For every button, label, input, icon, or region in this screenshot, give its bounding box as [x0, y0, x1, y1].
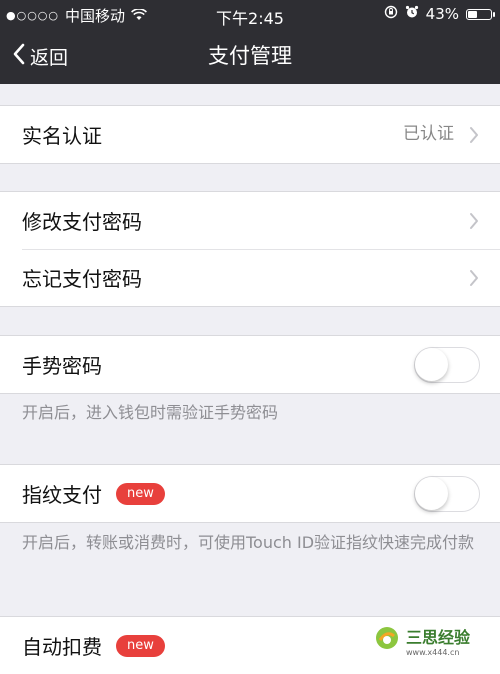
- page-title: 支付管理: [208, 44, 292, 68]
- real-name-row[interactable]: 实名认证 已认证: [0, 106, 500, 163]
- auto-debit-label: 自动扣费: [22, 635, 102, 659]
- fingerprint-pay-row: 指纹支付 new: [0, 465, 500, 522]
- back-button[interactable]: 返回: [12, 28, 68, 84]
- fingerprint-pay-label: 指纹支付: [22, 483, 102, 507]
- new-badge: new: [116, 634, 165, 657]
- battery-icon: [466, 8, 495, 20]
- forgot-password-label: 忘记支付密码: [22, 267, 142, 291]
- new-badge: new: [116, 482, 165, 505]
- back-label: 返回: [30, 46, 69, 69]
- toggle-knob: [415, 477, 448, 510]
- gesture-password-note: 开启后，进入钱包时需验证手势密码: [22, 403, 279, 422]
- watermark: 三思经验 www.x444.cn: [365, 618, 478, 662]
- chevron-left-icon: [12, 42, 26, 71]
- chevron-right-icon: [468, 211, 480, 231]
- toggle-knob: [415, 348, 448, 381]
- password-group: 修改支付密码 忘记支付密码: [0, 191, 500, 307]
- fingerprint-pay-note: 开启后，转账或消费时，可使用Touch ID验证指纹快速完成付款: [22, 533, 475, 552]
- chevron-right-icon: [468, 268, 480, 288]
- alarm-icon: [405, 5, 419, 23]
- gesture-password-row: 手势密码: [0, 336, 500, 393]
- watermark-logo-icon: [374, 625, 400, 655]
- forgot-password-row[interactable]: 忘记支付密码: [0, 249, 500, 306]
- fingerprint-group: 指纹支付 new: [0, 464, 500, 523]
- rotation-lock-icon: [384, 5, 398, 23]
- fingerprint-pay-toggle[interactable]: [414, 476, 480, 512]
- status-bar: ●○○○○ 中国移动 下午2:45 43%: [0, 0, 500, 28]
- gesture-password-label: 手势密码: [22, 354, 102, 378]
- gesture-group: 手势密码: [0, 335, 500, 394]
- battery-percent: 43%: [425, 5, 459, 23]
- real-name-label: 实名认证: [22, 124, 102, 148]
- gesture-password-toggle[interactable]: [414, 347, 480, 383]
- real-name-group: 实名认证 已认证: [0, 105, 500, 164]
- real-name-status: 已认证: [403, 124, 454, 144]
- chevron-right-icon: [468, 125, 480, 145]
- change-password-label: 修改支付密码: [22, 210, 142, 234]
- watermark-url: www.x444.cn: [405, 647, 460, 657]
- change-password-row[interactable]: 修改支付密码: [0, 192, 500, 249]
- nav-bar: 返回 支付管理: [0, 28, 500, 84]
- watermark-text: 三思经验: [405, 627, 470, 647]
